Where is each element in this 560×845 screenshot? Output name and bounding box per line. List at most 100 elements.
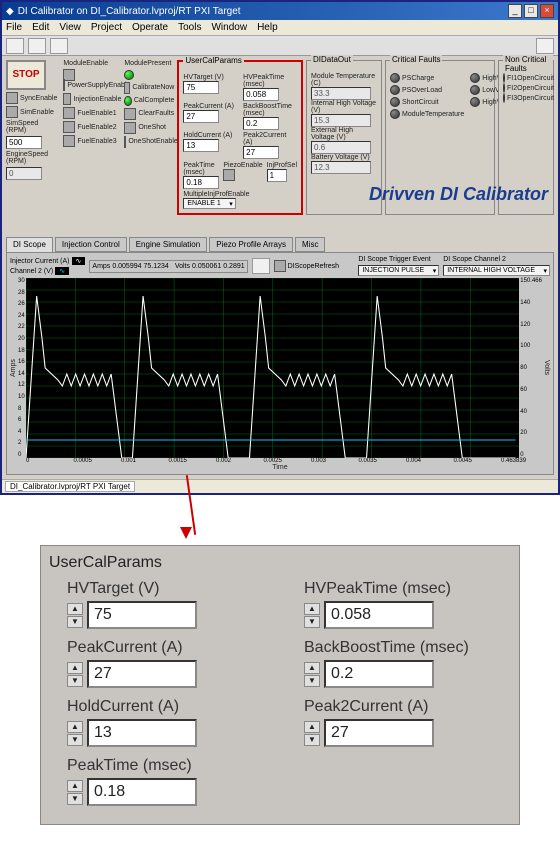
run-cont-button[interactable] xyxy=(28,38,46,54)
injprofsel-input[interactable]: 1 xyxy=(267,169,287,182)
z-peaktime-spinner[interactable]: ▲▼ xyxy=(67,780,83,805)
injenable-label: InjectionEnable xyxy=(73,96,121,103)
status-tab[interactable]: DI_Calibrator.lvproj/RT PXI Target xyxy=(5,481,135,492)
z-peak2current-spinner[interactable]: ▲▼ xyxy=(304,721,320,746)
tab-enginesim[interactable]: Engine Simulation xyxy=(129,237,207,252)
peak2current-input[interactable]: 27 xyxy=(243,146,279,159)
scope-tools-icon[interactable] xyxy=(252,258,270,274)
oneshotenable-toggle[interactable] xyxy=(124,136,126,148)
z-peaktime-label: PeakTime (msec) xyxy=(67,757,274,775)
pscharge-led xyxy=(390,73,400,83)
ch2sel-dropdown[interactable]: INTERNAL HIGH VOLTAGE xyxy=(443,265,550,276)
fuel2-toggle[interactable] xyxy=(63,121,75,133)
z-peaktime-input[interactable]: 0.18 xyxy=(87,778,197,806)
z-hvpeaktime-input[interactable]: 0.058 xyxy=(324,601,434,629)
maximize-button[interactable]: □ xyxy=(524,4,538,18)
simenable-toggle[interactable] xyxy=(6,106,18,118)
hvpeaktime-input[interactable]: 0.058 xyxy=(243,88,279,101)
z-holdcurrent-spinner[interactable]: ▲▼ xyxy=(67,721,83,746)
menu-view[interactable]: View xyxy=(59,22,81,33)
noncritfaults-title: Non Critical Faults xyxy=(503,55,553,73)
abort-button[interactable] xyxy=(50,38,68,54)
simspeed-input[interactable]: 500 xyxy=(6,136,42,149)
menu-project[interactable]: Project xyxy=(91,22,122,33)
menu-window[interactable]: Window xyxy=(211,22,247,33)
window-title: DI Calibrator on DI_Calibrator.lvproj/RT… xyxy=(18,6,241,17)
fuel3-toggle[interactable] xyxy=(63,135,75,147)
injenable-toggle[interactable] xyxy=(63,93,71,105)
inthv-label: Internal High Voltage (V) xyxy=(311,100,377,114)
tab-piezo[interactable]: Piezo Profile Arrays xyxy=(209,237,293,252)
minimize-button[interactable]: _ xyxy=(508,4,522,18)
scope-panel: Injector Current (A)∿ Channel 2 (V)∿ Amp… xyxy=(6,252,554,475)
titlebar: ◆ DI Calibrator on DI_Calibrator.lvproj/… xyxy=(2,2,558,20)
exthv-label: External High Voltage (V) xyxy=(311,127,377,141)
scope-plot[interactable] xyxy=(26,278,520,458)
close-button[interactable]: × xyxy=(540,4,554,18)
yaxis-left-label: Amps xyxy=(10,278,17,458)
stop-button[interactable]: STOP xyxy=(6,60,46,90)
battv-readout: 12.3 xyxy=(311,161,371,174)
tab-injection[interactable]: Injection Control xyxy=(55,237,127,252)
backboost-input[interactable]: 0.2 xyxy=(243,117,279,130)
menu-help[interactable]: Help xyxy=(257,22,278,33)
menu-file[interactable]: File xyxy=(6,22,22,33)
z-holdcurrent-label: HoldCurrent (A) xyxy=(67,698,274,716)
oneshot-button[interactable] xyxy=(124,122,136,134)
z-hvpeaktime-spinner[interactable]: ▲▼ xyxy=(304,603,320,628)
enginespeed-readout: 0 xyxy=(6,167,42,180)
fuel1-toggle[interactable] xyxy=(63,107,75,119)
volts-v1: 0.050061 xyxy=(192,263,221,270)
critfaults-title: Critical Faults xyxy=(390,55,442,64)
z-backboost-input[interactable]: 0.2 xyxy=(324,660,434,688)
backboost-label: BackBoostTime (msec) xyxy=(243,103,297,117)
yaxis-right-label: Volts xyxy=(543,278,550,458)
z-backboost-spinner[interactable]: ▲▼ xyxy=(304,662,320,687)
menu-operate[interactable]: Operate xyxy=(132,22,168,33)
yr-20: 20 xyxy=(520,430,542,436)
z-hvtarget-input[interactable]: 75 xyxy=(87,601,197,629)
yr-max: 150.466 xyxy=(520,278,542,284)
psenable-toggle[interactable] xyxy=(63,79,65,91)
trigger-dropdown[interactable]: INJECTION PULSE xyxy=(358,265,439,276)
piezoenable-toggle[interactable] xyxy=(223,169,235,181)
multiprof-dropdown[interactable]: ENABLE 1 xyxy=(183,198,235,209)
modtemp-label: Module Temperature (C) xyxy=(311,73,377,87)
z-backboost-label: BackBoostTime (msec) xyxy=(304,639,511,657)
z-peakcurrent-input[interactable]: 27 xyxy=(87,660,197,688)
syncenable-toggle[interactable] xyxy=(6,92,18,104)
menu-edit[interactable]: Edit xyxy=(32,22,49,33)
z-holdcurrent-input[interactable]: 13 xyxy=(87,719,197,747)
z-peak2current-label: Peak2Current (A) xyxy=(304,698,511,716)
z-peak2current-input[interactable]: 27 xyxy=(324,719,434,747)
z-hvtarget-spinner[interactable]: ▲▼ xyxy=(67,603,83,628)
help-icon[interactable] xyxy=(536,38,554,54)
amps-v2: 75.1234 xyxy=(144,263,169,270)
oneshotenable-label: OneShotEnable xyxy=(128,138,177,145)
hvtarget-input[interactable]: 75 xyxy=(183,81,219,94)
clearfaults-button[interactable] xyxy=(124,108,136,120)
tab-discope[interactable]: DI Scope xyxy=(6,237,53,252)
fuel1-label: FuelEnable1 xyxy=(77,110,116,117)
tab-misc[interactable]: Misc xyxy=(295,237,325,252)
z-peakcurrent-spinner[interactable]: ▲▼ xyxy=(67,662,83,687)
yaxis-right-ticks: 150.466 140 120 100 80 60 40 20 0 xyxy=(519,278,543,458)
enginespeed-label: EngineSpeed (RPM) xyxy=(6,151,60,165)
calnow-button[interactable] xyxy=(124,82,130,94)
modtemp-readout: 33.3 xyxy=(311,87,371,100)
peaktime-input[interactable]: 0.18 xyxy=(183,176,219,189)
clearfaults-label: ClearFaults xyxy=(138,110,174,117)
scoperefresh-toggle[interactable] xyxy=(274,260,286,272)
fuel2-label: FuelEnable2 xyxy=(77,124,116,131)
injprofsel-label: InjProfSel xyxy=(267,162,297,169)
battv-label: Battery Voltage (V) xyxy=(311,154,377,161)
toolbar xyxy=(2,36,558,56)
main-window: ◆ DI Calibrator on DI_Calibrator.lvproj/… xyxy=(0,0,560,495)
scope-legend: Amps 0.005994 75.1234 Volts 0.050061 0.2… xyxy=(89,260,247,273)
amps-label: Amps xyxy=(92,263,110,270)
psoverload-led xyxy=(390,85,400,95)
holdcurrent-input[interactable]: 13 xyxy=(183,139,219,152)
menu-tools[interactable]: Tools xyxy=(178,22,201,33)
peakcurrent-input[interactable]: 27 xyxy=(183,110,219,123)
run-button[interactable] xyxy=(6,38,24,54)
